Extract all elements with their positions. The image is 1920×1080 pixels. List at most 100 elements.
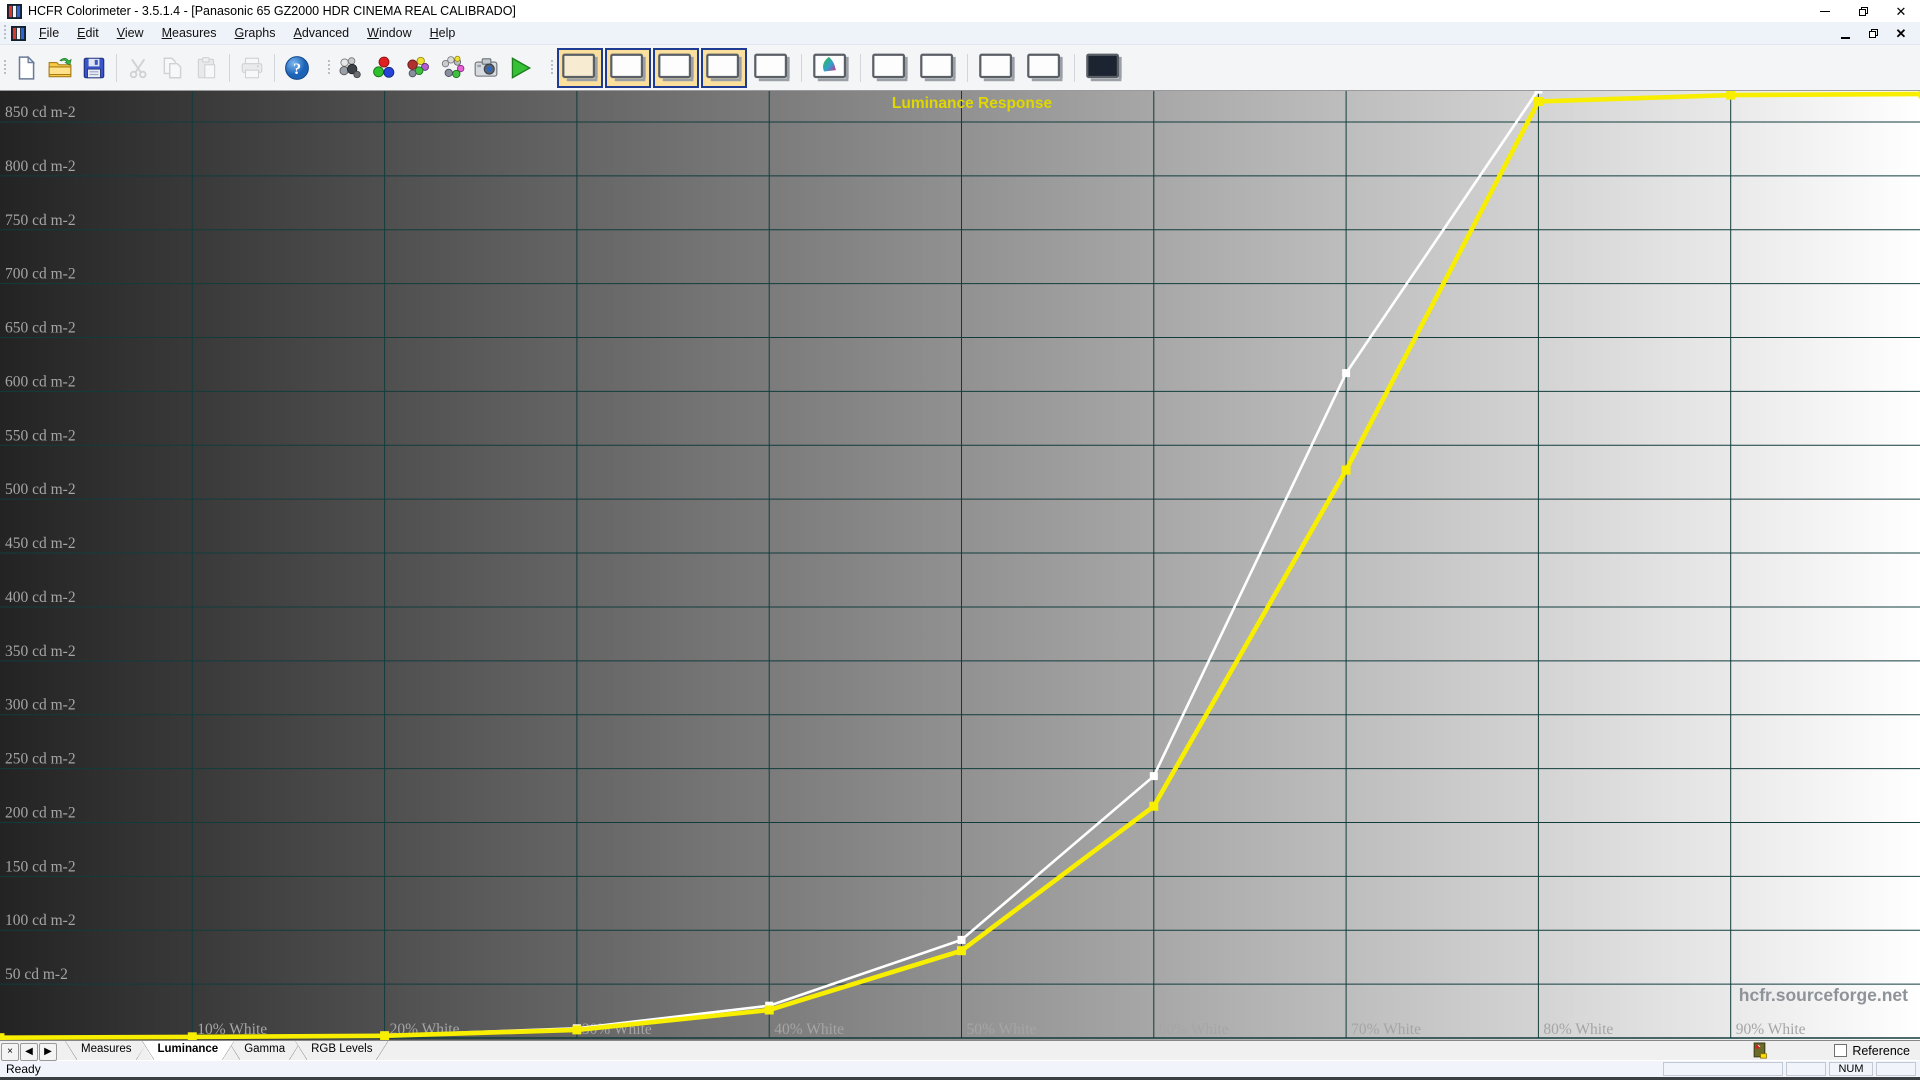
tab-label: Measures — [81, 1043, 132, 1055]
open-folder-icon — [47, 55, 73, 81]
y-tick-label: 250 cd m-2 — [5, 751, 76, 768]
close-tab-button[interactable]: × — [1, 1043, 19, 1061]
measure-free-button[interactable] — [435, 50, 469, 86]
measure-secondaries-button[interactable] — [401, 50, 435, 86]
toolbar-grip — [3, 60, 7, 76]
sensor-tray-icon — [1751, 1042, 1768, 1059]
monitor-low-curve-icon — [871, 52, 909, 84]
about-button[interactable]: ? — [280, 50, 314, 86]
measure-primaries-button[interactable] — [367, 50, 401, 86]
menu-view[interactable]: View — [108, 23, 153, 43]
tab-edge — [376, 1041, 388, 1060]
monitor-multiline-icon — [978, 52, 1016, 84]
restore-button[interactable] — [1844, 0, 1882, 22]
watermark: hcfr.sourceforge.net — [1739, 985, 1908, 1005]
toolbar-separator — [1074, 54, 1075, 82]
close-button[interactable]: ✕ — [1882, 0, 1920, 22]
svg-text:?: ? — [293, 59, 301, 77]
monitor-dark-icon — [1085, 52, 1123, 84]
toolbar-grip — [327, 60, 331, 76]
luminance-response-chart: 850 cd m-2800 cd m-2750 cd m-2700 cd m-2… — [0, 90, 1920, 1040]
restore-icon — [1859, 7, 1868, 16]
view-rgb-levels-chart-button[interactable] — [701, 48, 747, 88]
y-tick-label: 450 cd m-2 — [5, 535, 76, 552]
scroll-tabs-right-button[interactable]: ▶ — [39, 1043, 57, 1061]
view-cie-diagram-button[interactable] — [808, 48, 854, 88]
x-tick-label: 70% White — [1351, 1021, 1421, 1038]
hcfr-application-window: HCFR Colorimeter - 3.5.1.4 - [Panasonic … — [0, 0, 1920, 1080]
chart-canvas: 850 cd m-2800 cd m-2750 cd m-2700 cd m-2… — [0, 91, 1920, 1040]
scroll-tabs-left-button[interactable]: ◀ — [20, 1043, 38, 1061]
menu-measures[interactable]: Measures — [153, 23, 226, 43]
snapshot-button[interactable] — [469, 50, 503, 86]
title-bar: HCFR Colorimeter - 3.5.1.4 - [Panasonic … — [0, 0, 1920, 22]
play-icon — [507, 55, 533, 81]
save-file-button[interactable] — [77, 50, 111, 86]
y-tick-label: 850 cd m-2 — [5, 104, 76, 121]
view-saturation-chart-button[interactable] — [974, 48, 1020, 88]
reference-checkbox[interactable] — [1834, 1044, 1847, 1057]
tab-edge — [222, 1041, 234, 1060]
reference-label: Reference — [1852, 1044, 1910, 1058]
child-restore-button[interactable] — [1866, 27, 1880, 41]
view-near-white-chart-button[interactable] — [915, 48, 961, 88]
file-group: ? — [0, 48, 314, 88]
window-title: HCFR Colorimeter - 3.5.1.4 - [Panasonic … — [28, 4, 516, 18]
view-saturation-shift-chart-button[interactable] — [1022, 48, 1068, 88]
measure-group — [324, 48, 537, 88]
minimize-icon — [1820, 11, 1830, 12]
data-point-marker — [1150, 772, 1158, 780]
view-gamma-chart-button[interactable] — [605, 48, 651, 88]
print-button[interactable] — [235, 50, 269, 86]
data-point-marker — [1534, 97, 1543, 106]
data-point-marker — [1342, 369, 1350, 377]
run-measures-button[interactable] — [503, 50, 537, 86]
paste-button[interactable] — [190, 50, 224, 86]
new-file-button[interactable] — [9, 50, 43, 86]
tab-label: Luminance — [158, 1043, 219, 1055]
y-tick-label: 650 cd m-2 — [5, 320, 76, 337]
view-near-black-chart-button[interactable] — [867, 48, 913, 88]
series-line-1 — [0, 94, 1920, 1038]
monitor-cie-icon — [812, 52, 850, 84]
series-line-0 — [0, 91, 1920, 1038]
menu-advanced[interactable]: Advanced — [285, 23, 359, 43]
data-point-marker — [957, 946, 966, 955]
tab-edge — [295, 1041, 307, 1060]
view-histogram-chart-button[interactable] — [1081, 48, 1127, 88]
cut-button[interactable] — [122, 50, 156, 86]
x-tick-label: 80% White — [1543, 1021, 1613, 1038]
menu-help[interactable]: Help — [421, 23, 465, 43]
view-color-temp-chart-button[interactable] — [749, 48, 795, 88]
toolbar-separator — [116, 54, 117, 82]
open-file-button[interactable] — [43, 50, 77, 86]
y-tick-label: 700 cd m-2 — [5, 266, 76, 283]
data-point-marker — [1342, 466, 1351, 475]
menu-edit[interactable]: Edit — [68, 23, 108, 43]
monitor-rgb-icon — [705, 52, 743, 84]
tab-luminance[interactable]: Luminance — [142, 1041, 235, 1060]
tab-rgb-levels[interactable]: RGB Levels — [295, 1041, 388, 1060]
y-tick-label: 400 cd m-2 — [5, 589, 76, 606]
view-measures-grid-button[interactable] — [557, 48, 603, 88]
y-tick-label: 350 cd m-2 — [5, 643, 76, 660]
menu-graphs[interactable]: Graphs — [226, 23, 285, 43]
tab-measures[interactable]: Measures — [65, 1041, 148, 1060]
child-restore-icon — [1869, 29, 1878, 38]
measure-grayscale-button[interactable] — [333, 50, 367, 86]
child-minimize-button[interactable] — [1838, 27, 1852, 41]
x-tick-label: 40% White — [774, 1021, 844, 1038]
chart-title: Luminance Response — [892, 95, 1053, 112]
view-luminance-chart-button[interactable] — [653, 48, 699, 88]
minimize-button[interactable] — [1806, 0, 1844, 22]
child-close-button[interactable]: ✕ — [1894, 27, 1908, 41]
x-tick-label: 50% White — [967, 1021, 1037, 1038]
status-pane — [1786, 1062, 1826, 1076]
menu-file[interactable]: File — [30, 23, 68, 43]
data-point-marker — [1149, 802, 1158, 811]
tab-gamma[interactable]: Gamma — [228, 1041, 301, 1060]
copy-button[interactable] — [156, 50, 190, 86]
menu-window[interactable]: Window — [358, 23, 420, 43]
monitor-gamma-icon — [609, 52, 647, 84]
tab-label: Gamma — [244, 1043, 285, 1055]
